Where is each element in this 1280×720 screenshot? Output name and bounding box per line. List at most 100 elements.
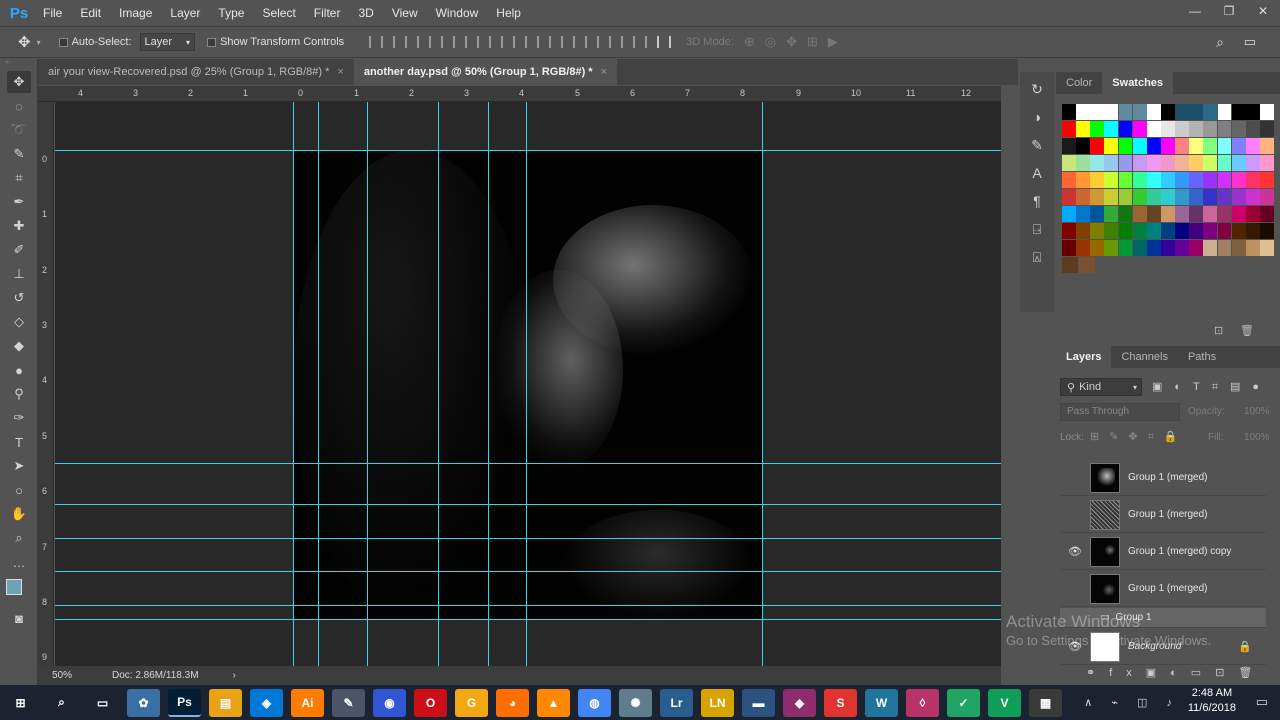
dodge-tool-icon[interactable]: ⚲: [7, 383, 31, 405]
blur-tool-icon[interactable]: ●: [7, 359, 31, 381]
brush-settings-icon[interactable]: ✎: [1025, 134, 1049, 156]
swatch[interactable]: [1259, 155, 1274, 171]
more-tools-icon[interactable]: …: [7, 551, 31, 573]
swatch[interactable]: [1062, 257, 1079, 273]
paragraph-icon[interactable]: ¶: [1025, 190, 1049, 212]
lock-icons[interactable]: ⊞✎✥⌗🔒: [1090, 430, 1188, 444]
swatch[interactable]: [1146, 189, 1161, 205]
swatch[interactable]: [1217, 121, 1232, 137]
app-taskbar-icon[interactable]: ◈: [250, 688, 283, 717]
swatch[interactable]: [1203, 104, 1218, 120]
swatch[interactable]: [1231, 104, 1246, 120]
guide-vertical[interactable]: [293, 102, 294, 666]
swatch[interactable]: [1175, 138, 1189, 154]
swatch[interactable]: [1146, 104, 1161, 120]
swatch[interactable]: [1104, 240, 1119, 256]
workspace-icon[interactable]: ▭: [1244, 34, 1256, 50]
move-tool-icon[interactable]: ✥: [7, 71, 31, 93]
swatch[interactable]: [1203, 223, 1218, 239]
swatch[interactable]: [1160, 138, 1175, 154]
layer-row[interactable]: 👁 Group 1 (merged) copy: [1060, 534, 1266, 570]
tab-channels[interactable]: Channels: [1111, 346, 1177, 368]
menu-view[interactable]: View: [383, 0, 427, 26]
swatch[interactable]: [1146, 223, 1161, 239]
zoom-tool-icon[interactable]: ⌕: [7, 527, 31, 549]
swatch[interactable]: [1104, 155, 1119, 171]
auto-select-dropdown[interactable]: Layer ▾: [139, 33, 196, 51]
guide-vertical[interactable]: [438, 102, 439, 666]
app-taskbar-icon[interactable]: ◊: [906, 688, 939, 717]
file-explorer-taskbar-icon[interactable]: ▤: [209, 688, 242, 717]
swatch[interactable]: [1203, 189, 1218, 205]
show-transform-checkbox[interactable]: [207, 37, 217, 47]
swatch[interactable]: [1062, 104, 1076, 120]
swatch[interactable]: [1090, 223, 1105, 239]
healing-brush-tool-icon[interactable]: ✚: [7, 215, 31, 237]
marquee-tool-icon[interactable]: ◌: [7, 95, 31, 117]
hand-tool-icon[interactable]: ✋: [7, 503, 31, 525]
swatch[interactable]: [1231, 155, 1246, 171]
guide-horizontal[interactable]: [55, 605, 1001, 606]
app-taskbar-icon[interactable]: G: [455, 688, 488, 717]
swatch[interactable]: [1259, 104, 1274, 120]
swatch[interactable]: [1259, 240, 1274, 256]
swatch[interactable]: [1104, 121, 1119, 137]
swatch[interactable]: [1104, 172, 1119, 188]
swatch[interactable]: [1217, 189, 1232, 205]
app-taskbar-icon[interactable]: ◆: [783, 688, 816, 717]
notifications-icon[interactable]: ▭: [1256, 694, 1268, 710]
swatch[interactable]: [1078, 257, 1095, 273]
swatch[interactable]: [1245, 223, 1260, 239]
swatch[interactable]: [1076, 121, 1090, 137]
swatch[interactable]: [1146, 138, 1161, 154]
swatch[interactable]: [1062, 206, 1076, 222]
app-taskbar-icon[interactable]: ✎: [332, 688, 365, 717]
swatch[interactable]: [1189, 240, 1204, 256]
swatch[interactable]: [1175, 155, 1189, 171]
swatch[interactable]: [1076, 172, 1090, 188]
app-taskbar-icon[interactable]: ◉: [373, 688, 406, 717]
system-clock[interactable]: 2:48 AM 11/6/2018: [1188, 686, 1236, 716]
swatch[interactable]: [1175, 172, 1189, 188]
distribute-left-icon[interactable]: [585, 36, 600, 48]
swatch[interactable]: [1189, 138, 1204, 154]
swatch[interactable]: [1160, 223, 1175, 239]
swatch[interactable]: [1118, 206, 1133, 222]
layer-row[interactable]: Group 1 (merged): [1060, 571, 1266, 607]
color-swatches[interactable]: [0, 575, 37, 605]
swatch[interactable]: [1231, 121, 1246, 137]
system-tray-icons[interactable]: ∧ ⌁ ◫ ♪: [1084, 696, 1180, 709]
swatch[interactable]: [1076, 206, 1090, 222]
path-select-tool-icon[interactable]: ➤: [7, 455, 31, 477]
swatch[interactable]: [1175, 223, 1189, 239]
tab-paths[interactable]: Paths: [1178, 346, 1226, 368]
app-taskbar-icon[interactable]: LN: [701, 688, 734, 717]
swatch[interactable]: [1259, 189, 1274, 205]
brush-tool-icon[interactable]: ✐: [7, 239, 31, 261]
swatch[interactable]: [1090, 138, 1105, 154]
swatch[interactable]: [1104, 138, 1119, 154]
swatch[interactable]: [1175, 104, 1189, 120]
swatch[interactable]: [1245, 172, 1260, 188]
collapse-icon[interactable]: »: [0, 59, 37, 69]
swatch[interactable]: [1090, 240, 1105, 256]
menu-select[interactable]: Select: [253, 0, 304, 26]
eyedropper-tool-icon[interactable]: ✒: [7, 191, 31, 213]
visibility-toggle[interactable]: [1064, 471, 1086, 485]
swatch[interactable]: [1203, 206, 1218, 222]
align-hcenter-icon[interactable]: [465, 36, 480, 48]
swatch[interactable]: [1160, 121, 1175, 137]
align-left-icon[interactable]: [441, 36, 456, 48]
opacity-value[interactable]: 100%: [1244, 406, 1270, 417]
swatch[interactable]: [1104, 189, 1119, 205]
swatch[interactable]: [1062, 121, 1076, 137]
restore-button[interactable]: ❐: [1212, 0, 1246, 22]
tab-layers[interactable]: Layers: [1056, 346, 1112, 368]
swatch[interactable]: [1175, 240, 1189, 256]
close-icon[interactable]: ×: [601, 66, 607, 78]
swatch[interactable]: [1160, 155, 1175, 171]
illustrator-taskbar-icon[interactable]: Ai: [291, 688, 324, 717]
close-button[interactable]: ✕: [1246, 0, 1280, 22]
wordpress-taskbar-icon[interactable]: W: [865, 688, 898, 717]
swatch[interactable]: [1090, 172, 1105, 188]
